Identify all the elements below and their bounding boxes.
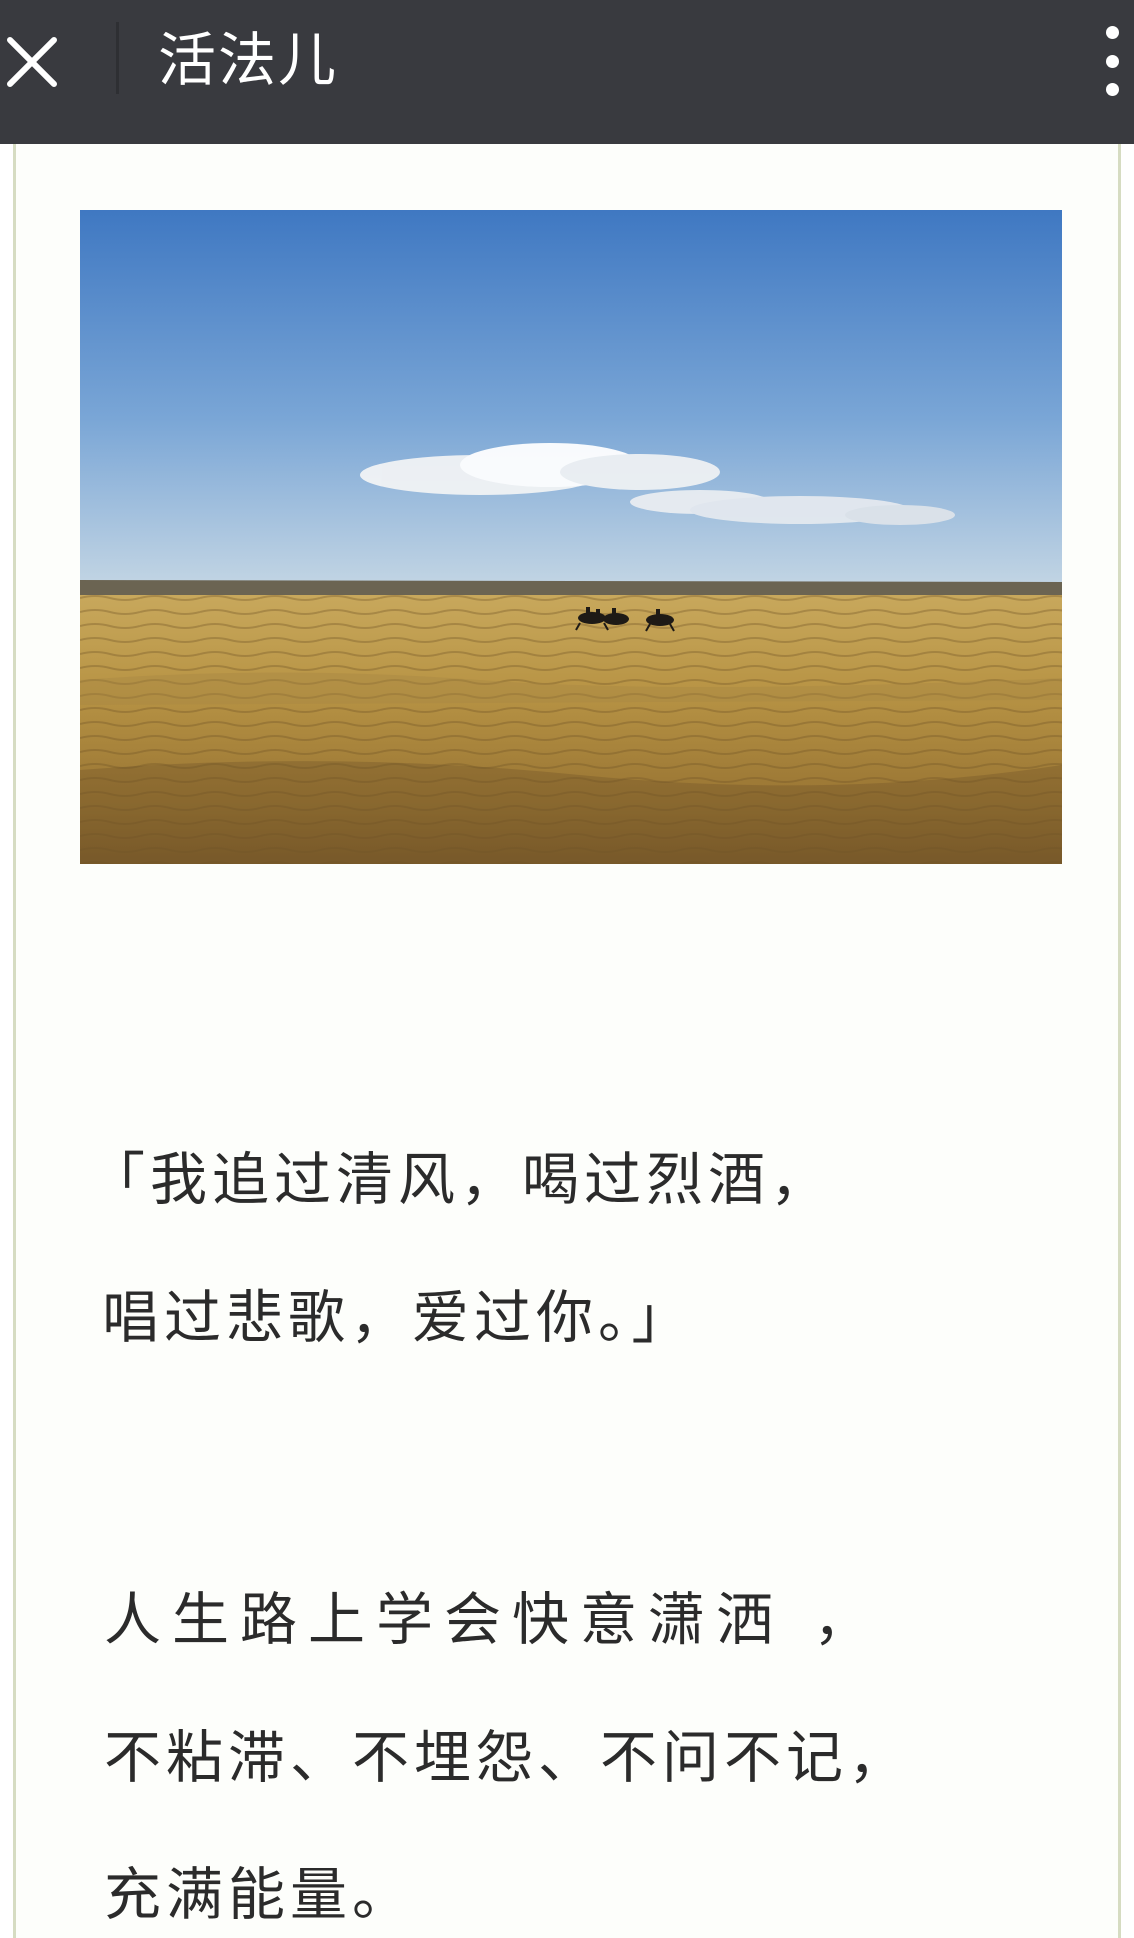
close-icon bbox=[7, 37, 57, 87]
more-menu-button[interactable] bbox=[1090, 16, 1134, 106]
page-title: 活法儿 bbox=[158, 26, 339, 94]
body-line-2: 不粘滞、不埋怨、不问不记， bbox=[104, 1725, 910, 1791]
quote-line-1: 「我追过清风，喝过烈酒， bbox=[88, 1147, 832, 1213]
body-line-3: 充满能量。 bbox=[104, 1862, 414, 1928]
landscape-photo[interactable] bbox=[80, 210, 1062, 864]
more-vertical-icon-dot bbox=[1105, 26, 1119, 39]
top-bar: 活法儿 bbox=[0, 0, 1134, 144]
article-page[interactable]: 「我追过清风，喝过烈酒， 唱过悲歌，爱过你。」 人生路上学会快意潇洒 ， 不粘滞… bbox=[0, 144, 1134, 1938]
quote-line-2: 唱过悲歌，爱过你。」 bbox=[102, 1285, 694, 1351]
close-button[interactable] bbox=[0, 0, 64, 124]
more-vertical-icon-dot bbox=[1105, 54, 1119, 68]
article-frame bbox=[13, 144, 1121, 1938]
header-divider bbox=[116, 22, 119, 94]
more-vertical-icon-dot bbox=[1105, 83, 1119, 96]
landscape-image bbox=[80, 210, 1062, 864]
body-line-1: 人生路上学会快意潇洒 ， bbox=[104, 1587, 882, 1653]
